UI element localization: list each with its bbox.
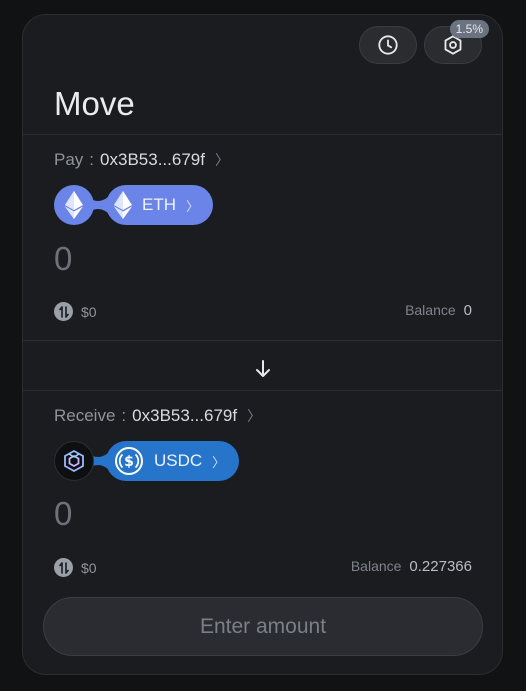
pay-address-selector[interactable]: Pay : 0x3B53...679f 〉: [54, 150, 229, 170]
receive-balance-value: 0.227366: [409, 558, 472, 575]
receive-balance-label: Balance: [350, 558, 402, 574]
receive-chain-badge: [54, 441, 94, 481]
receive-usd-row: $0: [54, 558, 97, 577]
convert-icon: [54, 302, 73, 321]
ethereum-icon: [114, 191, 132, 219]
receive-address-selector[interactable]: Receive : 0x3B53...679f 〉: [54, 406, 261, 426]
receive-token-name: USDC: [154, 451, 203, 470]
receive-label: Receive: [54, 406, 116, 425]
ethereum-icon: [65, 191, 83, 219]
receive-balance: Balance 0.227366: [351, 558, 472, 575]
receive-amount: 0: [54, 495, 73, 532]
receive-separator: :: [121, 406, 127, 425]
divider: [23, 390, 502, 391]
divider: [23, 134, 502, 135]
history-button[interactable]: [359, 26, 417, 64]
receive-usd-value: $0: [81, 559, 97, 576]
chevron-right-icon: 〉: [214, 152, 229, 168]
enter-amount-button[interactable]: Enter amount: [43, 597, 483, 656]
clock-icon: [378, 35, 398, 55]
receive-address: 0x3B53...679f: [132, 406, 238, 425]
divider: [23, 340, 502, 341]
pay-balance: Balance 0: [405, 302, 472, 319]
slippage-badge: 1.5%: [449, 20, 489, 38]
page-title: Move: [54, 85, 135, 122]
chevron-right-icon: 〉: [212, 454, 226, 470]
swap-card: 1.5% Move Pay : 0x3B53...679f 〉 ETH 〉 0 …: [22, 14, 503, 675]
settings-button[interactable]: 1.5%: [424, 20, 489, 64]
usdc-icon: $: [115, 447, 143, 475]
pay-usd-value: $0: [81, 303, 97, 320]
cube-chain-icon: [64, 449, 84, 473]
pay-balance-value: 0: [463, 302, 472, 319]
receive-token-part: $ USDC 〉: [106, 441, 240, 481]
receive-token-selector[interactable]: $ USDC 〉: [54, 441, 240, 481]
pay-address: 0x3B53...679f: [100, 150, 205, 169]
pay-separator: :: [89, 150, 95, 169]
pay-balance-label: Balance: [405, 302, 456, 318]
pay-token-part: ETH 〉: [106, 185, 214, 225]
chevron-right-icon: 〉: [186, 198, 200, 214]
pay-usd-row: $0: [54, 302, 97, 321]
pay-chain-badge: [54, 185, 94, 225]
pay-token-selector[interactable]: ETH 〉: [54, 185, 214, 225]
chevron-right-icon: 〉: [247, 408, 262, 424]
pay-amount-input[interactable]: 0: [54, 240, 72, 278]
pay-token-name: ETH: [142, 195, 176, 214]
convert-icon: [54, 558, 73, 577]
svg-text:$: $: [124, 454, 134, 470]
pay-label: Pay: [54, 150, 84, 169]
arrow-down-icon[interactable]: [252, 358, 274, 380]
